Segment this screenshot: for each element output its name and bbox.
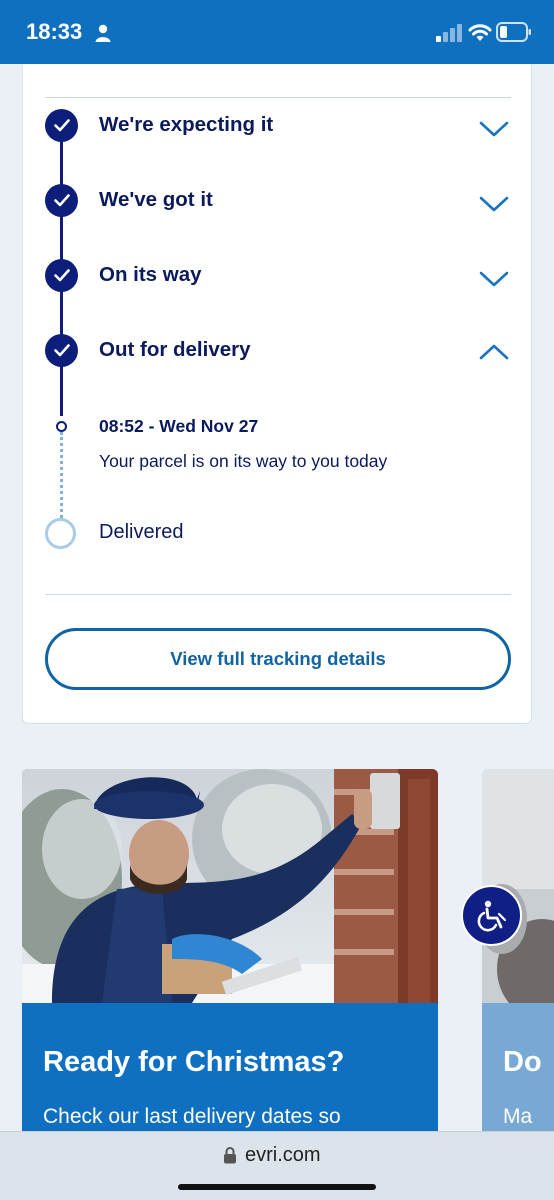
step-complete-icon bbox=[45, 334, 78, 367]
event-time: 08:52 - Wed Nov 27 bbox=[99, 416, 259, 436]
step-title-got-it[interactable]: We've got it bbox=[99, 188, 213, 212]
view-full-tracking-button[interactable]: View full tracking details bbox=[45, 628, 511, 690]
check-icon bbox=[53, 194, 70, 207]
divider-bottom bbox=[45, 594, 511, 595]
promo-card-next[interactable]: Do Ma bbox=[482, 769, 554, 1131]
promo-text: Ma bbox=[503, 1105, 533, 1128]
step-complete-icon bbox=[45, 109, 78, 142]
person-icon bbox=[95, 24, 111, 42]
timeline-dotted-line bbox=[60, 432, 63, 518]
wheelchair-icon bbox=[477, 900, 506, 931]
step-title-delivered: Delivered bbox=[99, 521, 184, 543]
promo-text: Check our last delivery dates so bbox=[43, 1105, 341, 1128]
lock-icon bbox=[224, 1147, 236, 1164]
chevron-down-icon[interactable] bbox=[479, 270, 509, 288]
home-indicator bbox=[178, 1184, 376, 1190]
step-title-expecting[interactable]: We're expecting it bbox=[99, 113, 273, 137]
chevron-up-icon[interactable] bbox=[479, 343, 509, 361]
status-bar: 18:33 bbox=[0, 0, 554, 64]
tracking-card: We're expecting it We've got it On its w… bbox=[22, 64, 532, 724]
browser-address-bar[interactable]: evri.com bbox=[0, 1131, 554, 1200]
check-icon bbox=[53, 119, 70, 132]
promo-title: Do bbox=[503, 1046, 542, 1078]
accessibility-button[interactable] bbox=[461, 885, 522, 946]
event-dot bbox=[56, 421, 67, 432]
signal-icon bbox=[436, 24, 462, 42]
status-time: 18:33 bbox=[26, 19, 83, 44]
url-text[interactable]: evri.com bbox=[245, 1144, 321, 1167]
divider-top bbox=[45, 97, 511, 98]
check-icon bbox=[53, 269, 70, 282]
step-title-on-its-way[interactable]: On its way bbox=[99, 263, 202, 287]
event-description: Your parcel is on its way to you today bbox=[99, 451, 388, 471]
step-complete-icon bbox=[45, 184, 78, 217]
check-icon bbox=[53, 344, 70, 357]
chevron-down-icon[interactable] bbox=[479, 120, 509, 138]
promo-card-christmas[interactable]: Ready for Christmas? Check our last deli… bbox=[22, 769, 438, 1131]
wifi-icon bbox=[468, 24, 492, 41]
promo-title: Ready for Christmas? bbox=[43, 1046, 345, 1078]
chevron-down-icon[interactable] bbox=[479, 195, 509, 213]
step-pending-icon bbox=[45, 518, 76, 549]
step-complete-icon bbox=[45, 259, 78, 292]
courier-photo bbox=[22, 769, 438, 1003]
battery-icon bbox=[496, 22, 531, 42]
step-title-out-for-delivery[interactable]: Out for delivery bbox=[99, 338, 251, 362]
